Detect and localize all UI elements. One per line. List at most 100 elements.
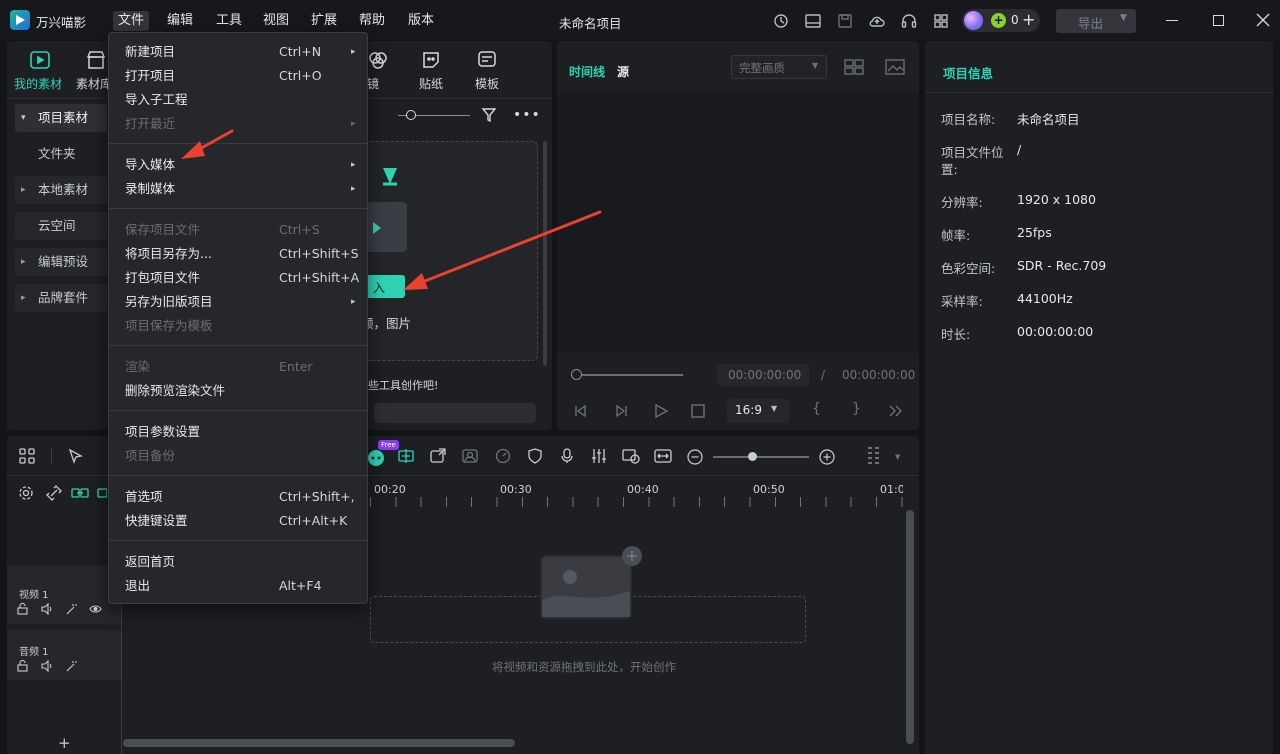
menu-item-pack-project[interactable]: 打包项目文件 Ctrl+Shift+A xyxy=(109,266,367,290)
menu-item-import-media[interactable]: 导入媒体 ▸ xyxy=(109,153,367,177)
link-clips-icon[interactable] xyxy=(71,485,89,501)
video-track-header[interactable]: 视频 1 xyxy=(7,566,121,624)
mark-out-icon[interactable]: } xyxy=(852,401,861,417)
menu-item-keyboard-shortcuts[interactable]: 快捷键设置 Ctrl+Alt+K xyxy=(109,509,367,533)
zoom-in-icon[interactable] xyxy=(819,449,835,465)
timeline-scrollbar-vertical[interactable] xyxy=(906,510,914,744)
audio-track-header[interactable]: 音频 1 xyxy=(7,630,121,680)
sidebar-item-local-media[interactable]: ▸ 本地素材 xyxy=(15,176,107,204)
timeline-scrollbar-horizontal[interactable] xyxy=(123,739,515,747)
stop-icon[interactable] xyxy=(691,404,705,418)
menu-help[interactable]: 帮助 xyxy=(354,11,390,31)
sidebar-item-edit-presets[interactable]: ▸ 编辑预设 xyxy=(15,248,107,276)
volume-icon[interactable] xyxy=(41,660,53,672)
fast-forward-icon[interactable] xyxy=(888,404,904,418)
slider-handle[interactable] xyxy=(406,110,416,120)
aspect-ratio-dropdown[interactable]: 16:9 ▼ xyxy=(727,399,789,423)
quality-dropdown[interactable]: 完整画质 ▼ xyxy=(731,55,827,79)
effects-wand-icon[interactable] xyxy=(65,603,77,615)
sidebar-item-brand-kit[interactable]: ▸ 品牌套件 xyxy=(15,284,107,312)
export-button[interactable]: 导出 ▼ xyxy=(1056,9,1136,33)
shield-icon[interactable] xyxy=(527,448,543,464)
menu-item-save-as-template[interactable]: 项目保存为模板 xyxy=(109,314,367,338)
magnet-icon[interactable] xyxy=(97,485,107,501)
menu-item-save-legacy[interactable]: 另存为旧版项目 ▸ xyxy=(109,290,367,314)
menu-item-open-project[interactable]: 打开项目 Ctrl+O xyxy=(109,64,367,88)
filter-funnel-icon[interactable] xyxy=(481,106,499,124)
menu-version[interactable]: 版本 xyxy=(403,11,439,31)
menu-item-exit[interactable]: 退出 Alt+F4 xyxy=(109,574,367,598)
menu-tools[interactable]: 工具 xyxy=(211,11,247,31)
effects-wand-icon[interactable] xyxy=(65,660,77,672)
menu-item-open-recent[interactable]: 打开最近 ▸ xyxy=(109,112,367,136)
menu-item-return-home[interactable]: 返回首页 xyxy=(109,550,367,574)
play-icon[interactable] xyxy=(653,404,669,418)
fit-timeline-icon[interactable] xyxy=(654,448,672,464)
playback-scrubber[interactable] xyxy=(573,374,683,376)
cloud-sync-icon[interactable] xyxy=(772,12,790,30)
menu-item-new-project[interactable]: 新建项目 Ctrl+N ▸ xyxy=(109,40,367,64)
sidebar-item-cloud[interactable]: 云空间 xyxy=(15,212,107,240)
menu-item-delete-render-files[interactable]: 删除预览渲染文件 xyxy=(109,379,367,403)
layout-icon[interactable] xyxy=(804,12,822,30)
portrait-icon[interactable] xyxy=(461,448,479,464)
microphone-icon[interactable] xyxy=(559,448,575,464)
scrollbar-vertical[interactable] xyxy=(543,141,547,366)
snapshot-icon[interactable] xyxy=(885,58,905,76)
visibility-eye-icon[interactable] xyxy=(89,604,102,614)
zoom-slider[interactable] xyxy=(713,456,809,458)
chevron-down-icon[interactable]: ▼ xyxy=(895,453,900,461)
menu-extensions[interactable]: 扩展 xyxy=(306,11,342,31)
mark-in-icon[interactable]: { xyxy=(812,401,821,417)
unlink-icon[interactable] xyxy=(46,485,62,501)
tab-source-preview[interactable]: 源 xyxy=(617,63,629,80)
zoom-out-icon[interactable] xyxy=(687,449,703,465)
thumbnail-size-slider[interactable] xyxy=(398,110,470,120)
split-view-icon[interactable] xyxy=(844,58,864,76)
tab-my-media[interactable]: 我的素材 xyxy=(11,47,67,93)
add-media-plus-icon[interactable]: + xyxy=(622,546,642,566)
audio-mixer-icon[interactable] xyxy=(591,448,607,464)
tab-templates[interactable]: 模板 xyxy=(474,47,514,93)
select-cursor-icon[interactable] xyxy=(68,448,84,464)
scrubber-handle[interactable] xyxy=(571,369,582,380)
cloud-upload-icon[interactable] xyxy=(868,12,886,30)
minimize-button[interactable] xyxy=(1166,20,1178,21)
lock-icon[interactable] xyxy=(17,603,29,615)
close-button[interactable] xyxy=(1256,13,1270,27)
menu-file[interactable]: 文件 xyxy=(113,11,150,31)
save-icon[interactable] xyxy=(836,12,854,30)
menu-edit[interactable]: 编辑 xyxy=(162,11,198,31)
import-drop-area[interactable]: 入 频，图片 xyxy=(360,141,538,361)
headset-icon[interactable] xyxy=(900,12,918,30)
credits-pill[interactable]: + 0 + xyxy=(962,9,1040,32)
add-credits-icon[interactable]: + xyxy=(1022,10,1035,29)
ai-robot-icon[interactable] xyxy=(366,447,386,467)
tab-timeline-preview[interactable]: 时间线 xyxy=(569,63,605,80)
menu-item-project-backup[interactable]: 项目备份 xyxy=(109,444,367,468)
maximize-button[interactable] xyxy=(1213,15,1224,26)
auto-caption-icon[interactable] xyxy=(397,448,415,464)
step-forward-icon[interactable] xyxy=(613,404,629,418)
zoom-slider-handle[interactable] xyxy=(748,452,757,461)
menu-item-project-settings[interactable]: 项目参数设置 xyxy=(109,420,367,444)
menu-item-preferences[interactable]: 首选项 Ctrl+Shift+, xyxy=(109,485,367,509)
track-layout-icon[interactable] xyxy=(866,446,884,468)
menu-item-record-media[interactable]: 录制媒体 ▸ xyxy=(109,177,367,201)
layout-grid-icon[interactable] xyxy=(19,448,35,464)
settings-gear-icon[interactable] xyxy=(18,485,34,501)
sidebar-item-folder[interactable]: 文件夹 xyxy=(15,140,107,168)
more-icon[interactable]: ••• xyxy=(513,107,541,123)
apps-grid-icon[interactable] xyxy=(932,12,950,30)
render-preview-icon[interactable] xyxy=(622,448,640,464)
volume-icon[interactable] xyxy=(41,603,53,615)
add-track-button[interactable]: + xyxy=(58,734,71,752)
step-back-icon[interactable] xyxy=(573,404,589,418)
tab-filters[interactable]: 滤镜 xyxy=(355,47,403,93)
menu-item-save-project[interactable]: 保存项目文件 Ctrl+S xyxy=(109,218,367,242)
speed-ramp-icon[interactable] xyxy=(494,448,512,464)
sidebar-item-project-media[interactable]: ▾ 项目素材 xyxy=(15,104,107,132)
lock-icon[interactable] xyxy=(17,660,29,672)
menu-view[interactable]: 视图 xyxy=(258,11,294,31)
export-frame-icon[interactable] xyxy=(429,448,447,464)
